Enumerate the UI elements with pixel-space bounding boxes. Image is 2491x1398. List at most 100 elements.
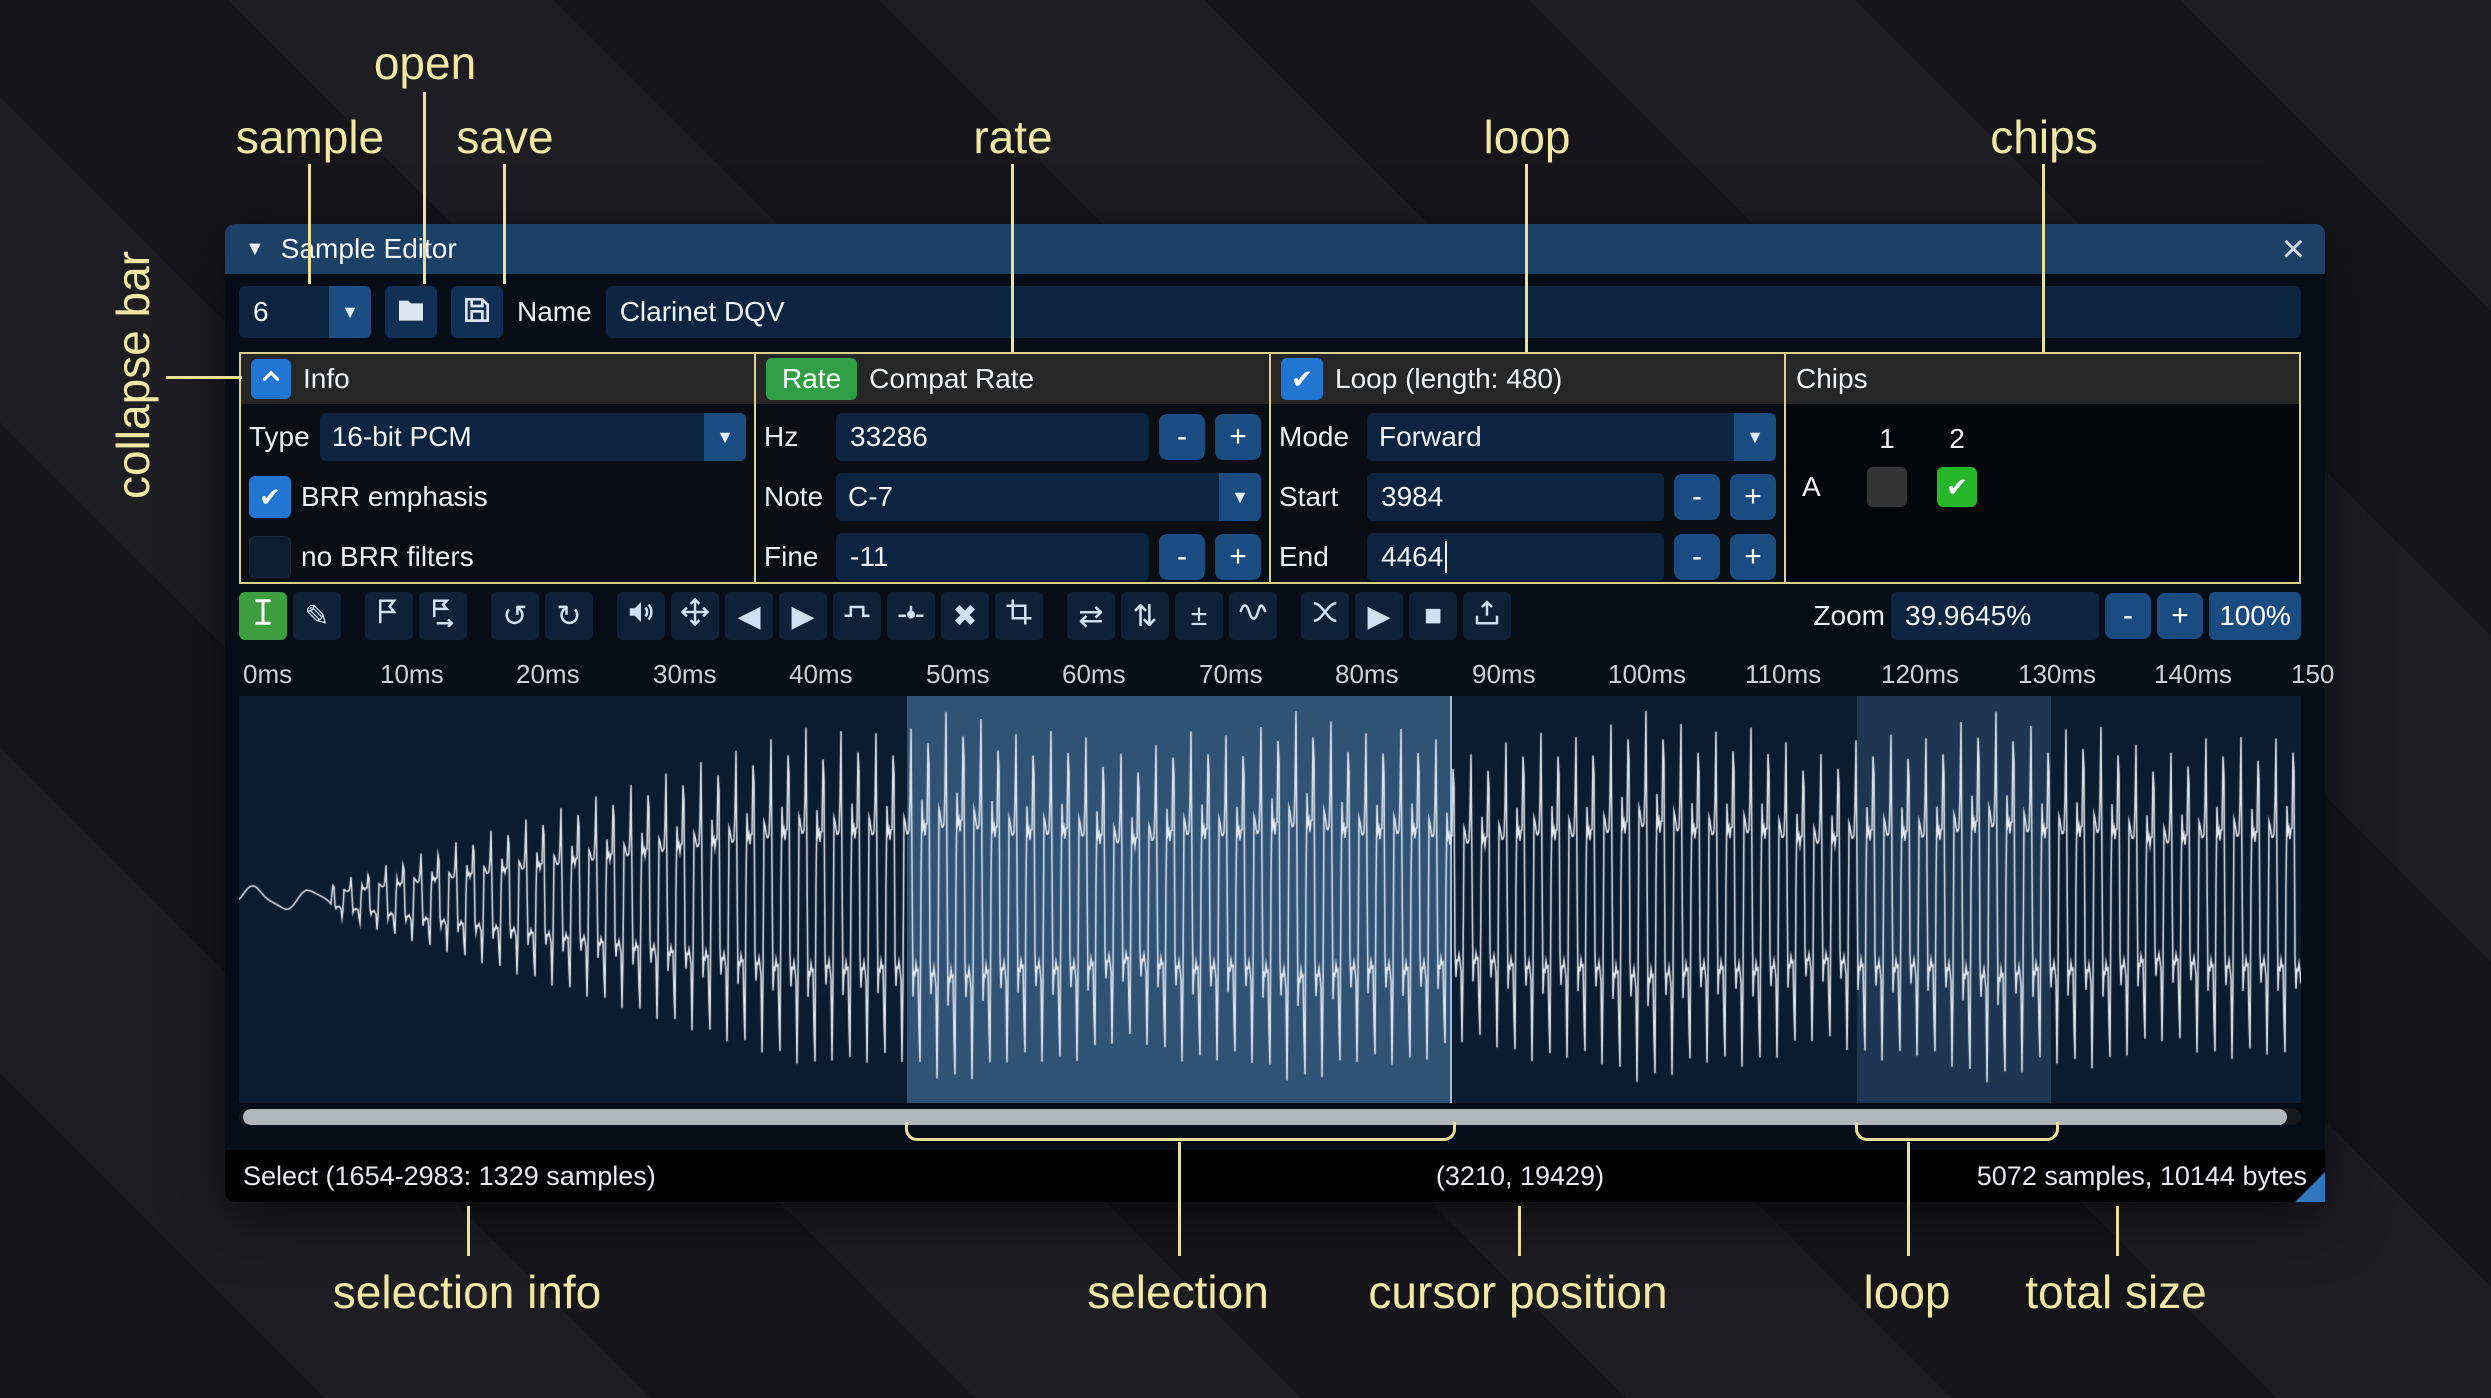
selection-info-text: Select (1654-2983: 1329 samples) <box>243 1160 656 1191</box>
sign-button[interactable]: ± <box>1175 592 1223 640</box>
note-dropdown[interactable]: C-7 ▼ <box>836 473 1261 521</box>
filter-button[interactable] <box>1229 592 1277 640</box>
loop-header: ✔ Loop (length: 480) <box>1271 354 1784 404</box>
annotation-save: save <box>456 111 554 163</box>
hz-plus-button[interactable]: + <box>1215 414 1261 460</box>
crop-icon <box>1004 597 1034 635</box>
invert-icon: ⇅ <box>1132 599 1158 633</box>
fade-in-button[interactable]: ◀ <box>725 592 773 640</box>
save-button[interactable] <box>451 286 503 338</box>
rate-button[interactable]: Rate <box>766 358 858 400</box>
window-collapse-icon[interactable]: ▼ <box>245 238 265 261</box>
fine-input[interactable] <box>836 533 1149 581</box>
annotation-line-selection-info <box>467 1206 470 1256</box>
fine-minus-button[interactable]: - <box>1159 534 1205 580</box>
create-wavetable-button[interactable] <box>1463 592 1511 640</box>
chevron-down-icon: ▼ <box>1219 473 1261 521</box>
zoom-out-button[interactable]: - <box>2105 593 2151 639</box>
play-icon: ▶ <box>1367 599 1391 633</box>
annotation-line-loop-top <box>1525 164 1528 352</box>
loop-start-plus-button[interactable]: + <box>1730 474 1776 520</box>
reverse-button[interactable]: ⇄ <box>1067 592 1115 640</box>
resample-button[interactable] <box>419 592 467 640</box>
loop-checkbox[interactable]: ✔ <box>1281 358 1323 400</box>
text-caret <box>1445 541 1448 573</box>
brr-emphasis-checkbox[interactable]: ✔ <box>249 476 291 518</box>
annotation-line-collapse-bar <box>166 376 242 379</box>
loop-end-input[interactable]: 4464 <box>1367 533 1664 581</box>
insert-silence-button[interactable] <box>833 592 881 640</box>
note-label: Note <box>764 481 824 512</box>
annotation-cursor-position: cursor position <box>1368 1266 1668 1318</box>
resample-flag-icon <box>428 597 458 635</box>
annotation-line-selection <box>1178 1142 1181 1256</box>
resize-button[interactable] <box>365 592 413 640</box>
trim-button[interactable] <box>995 592 1043 640</box>
waveform-view[interactable] <box>239 696 2301 1103</box>
zoom-input[interactable] <box>1891 592 2099 640</box>
preview-button[interactable]: ▶ <box>1355 592 1403 640</box>
delete-icon: ✖ <box>952 599 978 633</box>
hz-minus-button[interactable]: - <box>1159 414 1205 460</box>
titlebar[interactable]: ▼ Sample Editor × <box>225 224 2325 274</box>
crossfade-button[interactable] <box>1301 592 1349 640</box>
zoom-reset-button[interactable]: 100% <box>2209 592 2301 640</box>
chevron-down-icon[interactable]: ▼ <box>329 286 371 338</box>
insert-silence-icon <box>842 597 872 635</box>
ruler-label: 20ms <box>516 659 580 689</box>
chip-a1-checkbox[interactable] <box>1867 467 1907 507</box>
close-icon[interactable]: × <box>2282 229 2305 269</box>
pencil-icon: ✎ <box>304 599 330 633</box>
waveform-canvas[interactable] <box>239 696 2301 1103</box>
hz-input[interactable] <box>836 413 1149 461</box>
plus-minus-icon: ± <box>1190 599 1208 632</box>
apply-silence-button[interactable] <box>887 592 935 640</box>
ruler-label: 150 <box>2291 659 2335 689</box>
rate-box: Rate Compat Rate Hz - + Note C-7 ▼ <box>754 352 1271 584</box>
annotation-chips: chips <box>1990 111 2098 163</box>
normalize-button[interactable] <box>671 592 719 640</box>
annotation-total-size: total size <box>2025 1266 2207 1318</box>
zoom-in-button[interactable]: + <box>2157 593 2203 639</box>
name-input[interactable] <box>605 286 2301 338</box>
stop-preview-button[interactable]: ■ <box>1409 592 1457 640</box>
select-tool-button[interactable] <box>239 592 287 640</box>
redo-icon: ↻ <box>556 599 582 633</box>
collapse-bar-button[interactable] <box>251 359 291 399</box>
chips-box: Chips 1 2 A ✔ <box>1784 352 2301 584</box>
no-brr-filters-checkbox[interactable] <box>249 536 291 578</box>
type-dropdown[interactable]: 16-bit PCM ▼ <box>319 413 746 461</box>
loop-start-minus-button[interactable]: - <box>1674 474 1720 520</box>
brr-emphasis-label: BRR emphasis <box>301 481 488 512</box>
annotation-line-rate <box>1011 164 1014 352</box>
amplify-button[interactable] <box>617 592 665 640</box>
ruler-label: 70ms <box>1199 659 1263 689</box>
undo-button[interactable]: ↺ <box>491 592 539 640</box>
annotation-line-cursor-position <box>1518 1206 1521 1256</box>
loop-end-minus-button[interactable]: - <box>1674 534 1720 580</box>
sample-number-select[interactable]: 6 ▼ <box>239 286 371 338</box>
open-button[interactable] <box>385 286 437 338</box>
delete-button[interactable]: ✖ <box>941 592 989 640</box>
loop-end-value: 4464 <box>1381 541 1444 572</box>
draw-tool-button[interactable]: ✎ <box>293 592 341 640</box>
invert-button[interactable]: ⇅ <box>1121 592 1169 640</box>
fade-out-button[interactable]: ▶ <box>779 592 827 640</box>
chips-header: Chips <box>1786 354 2299 404</box>
ruler-label: 50ms <box>926 659 990 689</box>
page: { "colors": { "accent_blue": "#2176d2", … <box>0 0 2491 1398</box>
redo-button[interactable]: ↻ <box>545 592 593 640</box>
loop-end-plus-button[interactable]: + <box>1730 534 1776 580</box>
info-box: Info Type 16-bit PCM ▼ ✔ BRR emphasis no… <box>239 352 756 584</box>
loop-mode-dropdown[interactable]: Forward ▼ <box>1367 413 1776 461</box>
apply-silence-icon <box>896 597 926 635</box>
total-size-text: 5072 samples, 10144 bytes <box>1976 1160 2307 1191</box>
fine-plus-button[interactable]: + <box>1215 534 1261 580</box>
sample-number-value: 6 <box>253 296 269 327</box>
loop-box: ✔ Loop (length: 480) Mode Forward ▼ Star… <box>1269 352 1786 584</box>
annotation-line-open <box>423 92 426 284</box>
annotation-line-chips <box>2042 164 2045 352</box>
chip-a2-checkbox[interactable]: ✔ <box>1937 467 1977 507</box>
loop-start-input[interactable] <box>1367 473 1664 521</box>
resize-grip[interactable] <box>2295 1172 2325 1202</box>
